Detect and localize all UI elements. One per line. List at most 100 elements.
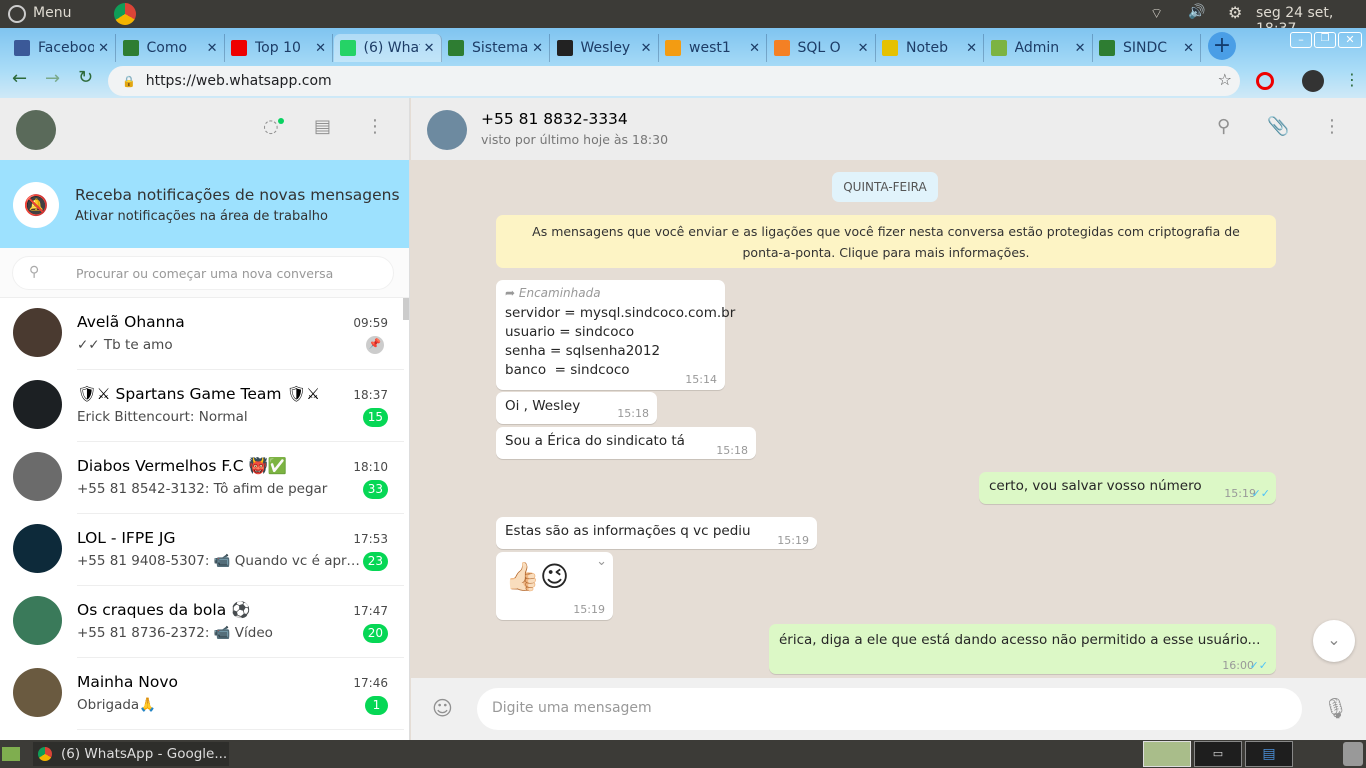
back-button[interactable]: ← [12,68,27,89]
divider [77,729,404,730]
chat-preview: Obrigada🙏 [77,697,156,713]
browser-tab[interactable]: (6) WhatsApp ✕ [333,34,442,62]
search-icon[interactable]: ⚲ [1217,116,1230,137]
chat-time: 17:47 [353,604,388,618]
bell-off-icon: 🔕 [13,182,59,228]
close-tab-icon[interactable]: ✕ [966,41,977,56]
search-input[interactable]: ⚲ Procurar ou começar uma nova conversa [12,256,394,290]
message-bubble-emoji[interactable]: 👍🏻😉 15:19 ⌄ [496,552,613,620]
close-tab-icon[interactable]: ✕ [1075,41,1086,56]
chrome-launcher-icon[interactable] [114,3,136,25]
youtube-icon [231,40,247,56]
microphone-icon[interactable]: 🎙 [1323,696,1348,720]
wifi-icon[interactable]: ⌔ [1150,5,1163,23]
chat-list-item[interactable]: Avelã Ohanna ✓✓ Tb te amo 09:59 📌 [0,298,404,370]
message-bubble[interactable]: Oi , Wesley 15:18 [496,392,657,424]
whatsapp-icon [339,40,356,56]
taskbar-window-chrome[interactable]: (6) WhatsApp - Google... [33,742,229,766]
my-avatar[interactable] [16,110,56,150]
browser-tab[interactable]: Como ✕ [117,34,225,62]
tab-title: SQL O [797,40,841,56]
reload-button[interactable]: ↻ [78,67,93,88]
chat-list-item[interactable]: LOL - IFPE JG +55 81 9408-5307: 📹 Quando … [0,514,404,586]
browser-tab[interactable]: Admin ✕ [985,34,1093,62]
tab-title: (6) WhatsApp [363,40,420,56]
writer-document-icon[interactable]: ▤ [1245,741,1293,767]
tab-title: Top 10 [255,40,301,56]
enable-notifications-link[interactable]: Ativar notificações na área de trabalho [75,209,328,224]
trash-icon[interactable] [1343,742,1363,766]
close-tab-icon[interactable]: ✕ [424,41,435,56]
terminal-icon[interactable]: ▭ [1194,741,1242,767]
show-desktop-icon[interactable] [2,747,20,761]
contact-name[interactable]: +55 81 8832-3334 [481,110,628,128]
settings-gear-icon[interactable]: ⚙ [1228,3,1242,22]
taskbar-window-title: (6) WhatsApp - Google... [61,746,228,762]
restore-button[interactable]: ❐ [1314,32,1336,48]
chat-list-scrollbar[interactable] [403,298,409,320]
minimize-button[interactable]: – [1290,32,1312,48]
contact-avatar[interactable] [427,110,467,150]
browser-tab[interactable]: SINDC ✕ [1093,34,1201,62]
close-tab-icon[interactable]: ✕ [641,41,652,56]
message-bubble-outgoing[interactable]: érica, diga a ele que está dando acesso … [769,624,1276,674]
message-bubble[interactable]: Estas são as informações q vc pediu 15:19 [496,517,817,549]
message-input[interactable]: Digite uma mensagem [477,688,1302,730]
browser-tab[interactable]: Wesley ✕ [551,34,659,62]
admin-icon [990,40,1007,56]
attach-icon[interactable]: 📎 [1267,116,1289,137]
menu-button[interactable]: Menu [33,5,71,21]
close-tab-icon[interactable]: ✕ [858,41,869,56]
chat-avatar [13,524,62,573]
conversation-header[interactable]: +55 81 8832-3334 visto por último hoje à… [411,98,1366,160]
browser-tab[interactable]: Facebook✕ [8,34,116,62]
chat-list-item[interactable]: 🛡⚔ Spartans Game Team 🛡⚔ Erick Bittencour… [0,370,404,442]
menu-icon[interactable]: ⋮ [366,116,384,137]
profile-avatar[interactable] [1302,70,1324,92]
message-bubble[interactable]: Sou a Érica do sindicato tá 15:18 [496,427,756,459]
chat-list: Avelã Ohanna ✓✓ Tb te amo 09:59 📌 🛡⚔ Spartan… [0,298,409,740]
browser-tab[interactable]: Sistema ✕ [442,34,550,62]
chat-list-item[interactable]: Mainha Novo Obrigada🙏 17:46 1 [0,658,404,730]
composer: ☺ Digite uma mensagem 🎙 [411,678,1366,740]
bookmark-star-icon[interactable]: ☆ [1218,70,1232,89]
message-text: érica, diga a ele que está dando acesso … [779,632,1261,648]
chat-list-item[interactable]: Diabos Vermelhos F.C 👹✅ +55 81 8542-3132:… [0,442,404,514]
close-tab-icon[interactable]: ✕ [315,41,326,56]
new-chat-icon[interactable]: ▤ [314,116,331,137]
close-tab-icon[interactable]: ✕ [98,41,109,56]
message-bubble-outgoing[interactable]: certo, vou salvar vosso número 15:19 ✓✓ [979,472,1276,504]
url-text[interactable]: https://web.whatsapp.com [146,73,332,89]
message-text: servidor = mysql.sindcoco.com.br usuario… [505,305,736,378]
browser-tab[interactable]: Top 10 ✕ [225,34,333,62]
message-bubble[interactable]: ➦ Encaminhada servidor = mysql.sindcoco.… [496,280,736,390]
notification-banner[interactable]: 🔕 Receba notificações de novas mensagens… [0,160,409,248]
browser-tab[interactable]: SQL O ✕ [768,34,876,62]
scroll-down-button[interactable]: ⌄ [1313,620,1355,662]
message-menu-chevron-icon[interactable]: ⌄ [596,554,607,569]
close-tab-icon[interactable]: ✕ [749,41,760,56]
forward-button[interactable]: → [45,68,60,89]
close-tab-icon[interactable]: ✕ [1183,41,1194,56]
status-icon[interactable]: ◌ [263,116,279,137]
tab-title: Wesley [580,40,631,56]
chat-preview: +55 81 9408-5307: 📹 Quando vc é aprendi.… [77,553,362,569]
menu-icon[interactable]: ⋮ [1323,116,1341,137]
chat-list-item[interactable]: Os craques da bola ⚽ +55 81 8736-2372: 📹 … [0,586,404,658]
browser-tab[interactable]: west1 ✕ [659,34,767,62]
close-tab-icon[interactable]: ✕ [532,41,543,56]
volume-icon[interactable]: 🔊 [1188,4,1205,20]
encryption-notice[interactable]: As mensagens que você enviar e as ligaçõ… [496,215,1276,268]
message-text: Oi , Wesley [505,398,581,414]
browser-menu-icon[interactable]: ⋮ [1344,70,1360,89]
address-bar[interactable]: 🔒 https://web.whatsapp.com ☆ [108,66,1240,96]
emoji-icon[interactable]: ☺ [432,696,453,720]
new-tab-button[interactable]: + [1208,32,1236,60]
close-window-button[interactable]: ✕ [1338,32,1362,48]
browser-tab[interactable]: Noteb ✕ [876,34,984,62]
status-dot-icon [278,118,284,124]
close-tab-icon[interactable]: ✕ [207,41,218,56]
message-text: Sou a Érica do sindicato tá [505,433,685,449]
taskbar-chrome-launcher[interactable] [1143,741,1191,767]
adblock-extension-icon[interactable] [1256,72,1274,90]
